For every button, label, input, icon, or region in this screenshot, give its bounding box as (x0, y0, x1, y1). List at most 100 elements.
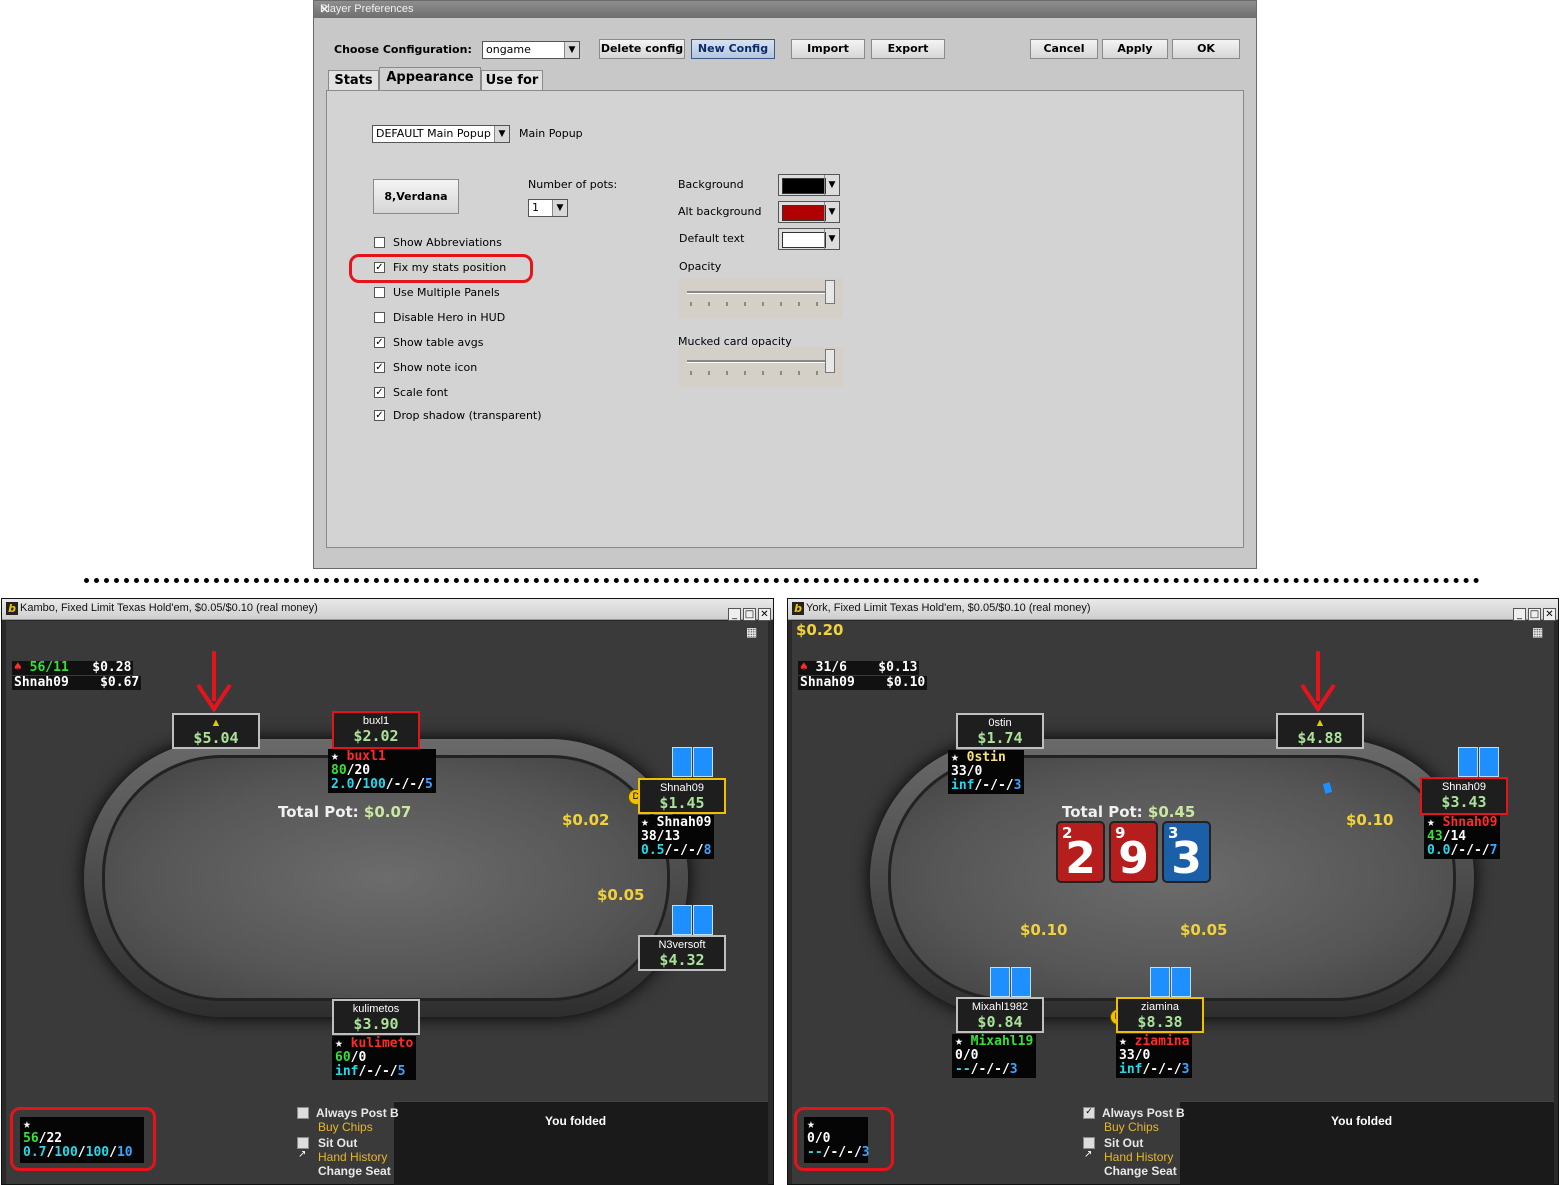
apply-button[interactable]: Apply (1102, 39, 1168, 59)
left-table-title-bar: b Kambo, Fixed Limit Texas Hold'em, $0.0… (2, 599, 773, 621)
checkbox[interactable] (374, 312, 385, 323)
checkbox[interactable] (374, 237, 385, 248)
cancel-button[interactable]: Cancel (1030, 39, 1098, 59)
buy-chips-link[interactable]: Buy Chips (1104, 1120, 1159, 1134)
top-stat-value: 31/6 (815, 660, 847, 675)
maximize-icon[interactable]: □ (1528, 608, 1541, 621)
popup-select[interactable]: DEFAULT Main Popup ▼ (372, 125, 510, 143)
grid-menu-icon[interactable]: ▦ (1532, 625, 1543, 639)
seat-stack: $3.90 (353, 1015, 399, 1033)
board-card: 99 (1109, 821, 1158, 884)
slider-track (687, 360, 835, 363)
hole-cards (672, 747, 714, 781)
hand-history-link[interactable]: Hand History (318, 1150, 387, 1164)
change-seat-link[interactable]: Change Seat (1104, 1164, 1177, 1178)
hud-name: Shnah09 (1442, 815, 1498, 830)
star-icon: ★ (1119, 1034, 1127, 1049)
star-icon: ★ (955, 1034, 963, 1049)
default-text-color-picker[interactable]: ▼ (778, 228, 840, 250)
num-pots-value: 1 (532, 201, 539, 214)
hud-hands: 3 (1181, 1062, 1190, 1077)
alt-background-color-picker[interactable]: ▼ (778, 201, 840, 223)
close-icon[interactable]: ✕ (758, 608, 771, 621)
you-folded-text: You folded (545, 1114, 607, 1128)
star-icon: ★ (951, 750, 959, 765)
tab-use-for[interactable]: Use for (481, 70, 543, 91)
seat-kulimetos[interactable]: kulimetos $3.90 (332, 999, 420, 1035)
sit-out-label: Sit Out (318, 1136, 358, 1150)
import-button[interactable]: Import (791, 39, 865, 59)
checkbox[interactable]: ✓ (374, 410, 385, 421)
seat-buxl1[interactable]: buxl1 $2.02 (332, 711, 420, 749)
highlight-ring (794, 1107, 894, 1171)
hud-line-2: 60/0 (335, 1051, 413, 1065)
hud-line-1: ★ Shnah09 (1427, 816, 1497, 830)
new-config-button[interactable]: New Config (691, 39, 775, 59)
close-icon[interactable]: ✕ (320, 3, 1248, 16)
seat-mixahl1982[interactable]: Mixahl1982 $0.84 (956, 997, 1044, 1033)
slider-thumb[interactable] (825, 349, 835, 373)
delete-config-button[interactable]: Delete config (599, 39, 685, 59)
minimize-icon[interactable]: _ (728, 608, 741, 621)
top-stats-line-1: ♠ 56/11 $0.28 (12, 661, 134, 675)
export-button[interactable]: Export (871, 39, 945, 59)
tab-stats[interactable]: Stats (328, 70, 379, 91)
maximize-icon[interactable]: □ (743, 608, 756, 621)
choose-config-label: Choose Configuration: (334, 43, 472, 56)
seat-n3versoft[interactable]: N3versoft $4.32 (638, 935, 726, 971)
slider-thumb[interactable] (825, 280, 835, 304)
hud-line-2: 80/20 (331, 764, 433, 778)
num-pots-select[interactable]: 1 ▼ (528, 199, 568, 217)
tab-appearance[interactable]: Appearance (379, 67, 481, 91)
change-seat-link[interactable]: Change Seat (318, 1164, 391, 1178)
card-back (693, 747, 713, 777)
hand-history-link[interactable]: Hand History (1104, 1150, 1173, 1164)
hud-line-2: 0/0 (955, 1048, 979, 1063)
seat-stack: $5.04 (193, 729, 239, 747)
grid-menu-icon[interactable]: ▦ (746, 625, 757, 639)
hud-name: kulimeto (350, 1036, 414, 1051)
top-stat-amount: $0.10 (886, 675, 926, 690)
hud-shnah09: ★ Shnah09 43/14 0.0/-/-/7 (1424, 815, 1501, 859)
hud-line-1: ★ Shnah09 (641, 816, 711, 830)
opacity-slider[interactable] (679, 278, 843, 318)
always-post-checkbox[interactable]: ✓ (1083, 1107, 1095, 1119)
checkbox[interactable]: ✓ (374, 337, 385, 348)
font-button[interactable]: 8,Verdana (373, 179, 459, 214)
hud-af: inf (335, 1064, 359, 1079)
background-color-picker[interactable]: ▼ (778, 174, 840, 196)
seat-stack: $3.43 (1441, 793, 1487, 811)
bet-amount: $0.05 (597, 886, 645, 904)
buy-chips-link[interactable]: Buy Chips (318, 1120, 373, 1134)
window-controls: _ □ ✕ (1511, 602, 1556, 621)
minimize-icon[interactable]: _ (1513, 608, 1526, 621)
checkbox[interactable]: ✓ (374, 362, 385, 373)
always-post-checkbox[interactable] (297, 1107, 309, 1119)
seat-name: kulimetos (352, 1003, 400, 1015)
seat-empty[interactable]: ▲ $5.04 (172, 713, 260, 749)
hud-hands: 5 (424, 777, 433, 792)
hud-line-1: ★ kulimeto (335, 1037, 413, 1051)
seat-shnah09[interactable]: Shnah09 $3.43 (1420, 777, 1508, 815)
close-icon[interactable]: ✕ (1543, 608, 1556, 621)
seat-ziamina[interactable]: ziamina $8.38 (1116, 997, 1204, 1033)
bet-amount: $0.10 (1346, 811, 1394, 829)
seat-stack: $8.38 (1137, 1013, 1183, 1031)
mucked-opacity-slider[interactable] (679, 347, 843, 387)
card-back (1150, 967, 1170, 997)
ok-button[interactable]: OK (1172, 39, 1240, 59)
seat-stack: $1.45 (659, 794, 705, 812)
seat-empty[interactable]: ▲ $4.88 (1276, 713, 1364, 749)
hud-line-3: 0.0/-/-/7 (1427, 844, 1497, 858)
checkbox[interactable]: ✓ (374, 387, 385, 398)
seat-0stin[interactable]: 0stin $1.74 (956, 713, 1044, 749)
chevron-down-icon: ▼ (552, 200, 567, 216)
sit-out-checkbox[interactable] (297, 1137, 309, 1149)
hud-name: 0stin (966, 750, 1006, 765)
right-table-title: York, Fixed Limit Texas Hold'em, $0.05/$… (806, 602, 1091, 614)
hud-pfr: /20 (346, 763, 371, 778)
config-select[interactable]: ongame ▼ (482, 41, 580, 59)
sit-out-checkbox[interactable] (1083, 1137, 1095, 1149)
seat-shnah09[interactable]: Shnah09 $1.45 (638, 778, 726, 814)
checkbox[interactable] (374, 287, 385, 298)
